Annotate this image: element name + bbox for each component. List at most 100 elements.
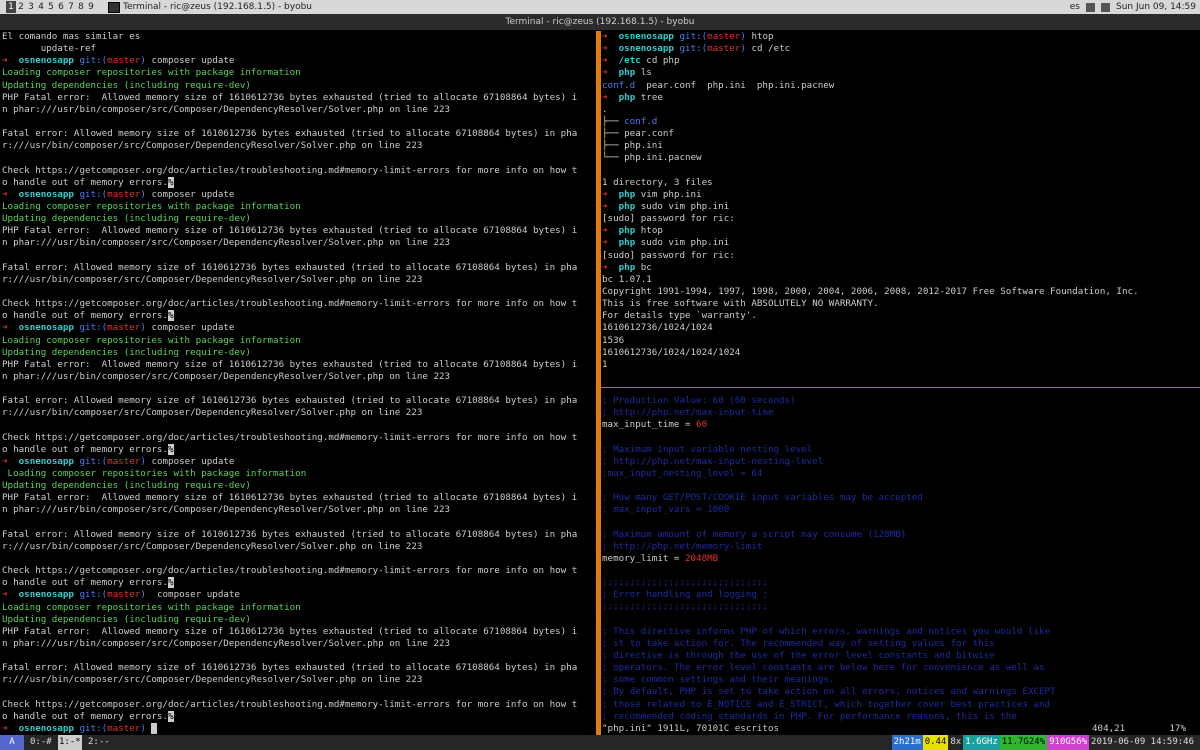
vertical-split-divider[interactable]: [596, 31, 601, 735]
clock[interactable]: Sun Jun 09, 14:59: [1116, 0, 1196, 14]
left-terminal-line: Fatal error: Allowed memory size of 1610…: [2, 528, 578, 540]
right-terminal-line: bc 1.07.1: [602, 273, 652, 285]
left-terminal-line: Check https://getcomposer.org/doc/articl…: [2, 298, 578, 310]
right-terminal-line: ➜ php sudo vim php.ini: [602, 200, 730, 212]
left-terminal-line: PHP Fatal error: Allowed memory size of …: [2, 492, 578, 504]
left-terminal-line: o handle out of memory errors.%: [2, 443, 174, 455]
left-terminal-line: n phar:///usr/bin/composer/src/Composer/…: [2, 370, 451, 382]
left-terminal-line: [2, 687, 596, 699]
right-terminal-line: ➜ osnenosapp git:(master) htop: [602, 31, 774, 42]
keyboard-layout[interactable]: es: [1070, 0, 1080, 14]
right-terminal-line: └── php.ini.pacnew: [602, 152, 702, 164]
horizontal-split-divider[interactable]: [601, 387, 1200, 388]
workspace-5[interactable]: 5: [46, 1, 56, 13]
volume-icon[interactable]: [1100, 2, 1110, 12]
left-terminal-line: r:///usr/bin/composer/src/Composer/Depen…: [2, 540, 423, 552]
vim-cursor-position: 404,21: [1092, 723, 1126, 734]
vim-editor-line: ; recommended coding standards in PHP. F…: [602, 710, 1017, 722]
vim-editor-line: ; some common settings and their meaning…: [602, 674, 835, 686]
left-terminal-line: ➜ osnenosapp git:(master): [2, 723, 596, 735]
right-terminal-line: Copyright 1991-1994, 1997, 1998, 2000, 2…: [602, 285, 1139, 297]
right-terminal-pane[interactable]: ➜ osnenosapp git:(master) htop ➜ osnenosa…: [602, 31, 1198, 383]
left-terminal-line: r:///usr/bin/composer/src/Composer/Depen…: [2, 407, 423, 419]
right-terminal-line: 1536: [602, 334, 625, 346]
left-terminal-line: Loading composer repositories with packa…: [2, 334, 301, 346]
vim-editor-line: ; This directive informs PHP of which er…: [602, 625, 1051, 637]
right-terminal-line: This is free software with ABSOLUTELY NO…: [602, 298, 879, 310]
right-terminal-line: [sudo] password for ric:: [602, 249, 735, 261]
taskbar-item-terminal[interactable]: Terminal - ric@zeus (192.168.1.5) - byob…: [108, 1, 312, 13]
workspace-8[interactable]: 8: [76, 1, 86, 13]
task-label: Terminal - ric@zeus (192.168.1.5) - byob…: [123, 2, 313, 12]
workspace-4[interactable]: 4: [36, 1, 46, 13]
cpu-frequency: 1.6GHz: [963, 735, 1000, 750]
right-terminal-line: .: [602, 103, 608, 115]
terminal-icon: [108, 1, 120, 13]
left-terminal-line: [2, 650, 596, 662]
left-terminal-line: [2, 517, 596, 529]
left-terminal-line: n phar:///usr/bin/composer/src/Composer/…: [2, 237, 451, 249]
memory-usage: 11.7G24%: [999, 735, 1048, 750]
workspace-6[interactable]: 6: [56, 1, 66, 13]
left-terminal-line: Updating dependencies (including require…: [2, 346, 251, 358]
right-terminal-line: For details type `warranty'.: [602, 310, 757, 322]
left-terminal-line: PHP Fatal error: Allowed memory size of …: [2, 225, 578, 237]
workspace-7[interactable]: 7: [66, 1, 76, 13]
vim-editor-line: ; Production Value: 60 (60 seconds): [602, 395, 796, 406]
workspace-1[interactable]: 1: [6, 1, 16, 13]
left-terminal-line: Fatal error: Allowed memory size of 1610…: [2, 395, 578, 407]
vim-editor-line: ; http://php.net/max-input-time: [602, 407, 774, 419]
left-terminal-line: [2, 152, 596, 164]
left-terminal-line: PHP Fatal error: Allowed memory size of …: [2, 625, 578, 637]
vim-editor-line: memory_limit = 2048MB: [602, 552, 719, 564]
byobu-status-bar: A 0:-# 1:-* 2:-- 2h21m 0.44 8x 1.6GHz 11…: [0, 735, 1200, 750]
right-terminal-line: conf.d pear.conf php.ini php.ini.pacnew: [602, 79, 835, 91]
right-terminal-line: [sudo] password for ric:: [602, 213, 735, 225]
workspace-9[interactable]: 9: [86, 1, 96, 13]
left-terminal-line: Check https://getcomposer.org/doc/articl…: [2, 698, 578, 710]
right-terminal-line: ➜ php tree: [602, 91, 663, 103]
left-terminal-line: r:///usr/bin/composer/src/Composer/Depen…: [2, 140, 423, 152]
byobu-window-1[interactable]: 1:-*: [58, 735, 82, 750]
right-terminal-line: ➜ php ls: [602, 67, 652, 79]
left-terminal-line: ➜ osnenosapp git:(master) composer updat…: [2, 55, 235, 67]
vim-editor-line: ; those related to E_NOTICE and E_STRICT…: [602, 698, 1051, 710]
left-terminal-line: Updating dependencies (including require…: [2, 79, 251, 91]
workspace-switcher[interactable]: 1 2 3 4 5 6 7 8 9: [6, 1, 96, 13]
window-title: Terminal - ric@zeus (192.168.1.5) - byob…: [505, 17, 695, 27]
vim-editor-line: [602, 516, 1198, 528]
window-titlebar[interactable]: Terminal - ric@zeus (192.168.1.5) - byob…: [0, 14, 1200, 30]
right-terminal-line: 1610612736/1024/1024: [602, 322, 713, 334]
workspace-2[interactable]: 2: [16, 1, 26, 13]
left-terminal-line: ➜ osnenosapp git:(master) composer updat…: [2, 589, 240, 601]
left-terminal-line: Updating dependencies (including require…: [2, 613, 251, 625]
vim-editor-line: [602, 614, 1198, 626]
byobu-window-2[interactable]: 2:--: [88, 735, 110, 750]
workspace-3[interactable]: 3: [26, 1, 36, 13]
disk-usage: 910G56%: [1047, 735, 1090, 750]
left-terminal-line: ➜ osnenosapp git:(master) composer updat…: [2, 322, 235, 334]
left-terminal-line: Updating dependencies (including require…: [2, 213, 251, 225]
left-terminal-line: o handle out of memory errors.%: [2, 176, 174, 188]
system-tray: es Sun Jun 09, 14:59: [1070, 0, 1200, 14]
right-terminal-line: 1 directory, 3 files: [602, 176, 713, 188]
byobu-window-0[interactable]: 0:-#: [30, 735, 52, 750]
vim-editor-line: ;;;;;;;;;;;;;;;;;;;;;;;;;;;;;;: [602, 601, 768, 613]
left-terminal-line: Check https://getcomposer.org/doc/articl…: [2, 431, 578, 443]
left-terminal-line: n phar:///usr/bin/composer/src/Composer/…: [2, 638, 451, 650]
right-terminal-line: [602, 165, 1198, 177]
uptime: 2h21m: [891, 735, 923, 750]
vim-editor-line: ; http://php.net/memory-limit: [602, 540, 763, 552]
network-icon[interactable]: [1085, 2, 1095, 12]
vim-editor-pane[interactable]: ; Production Value: 60 (60 seconds); htt…: [602, 395, 1198, 735]
left-terminal-pane[interactable]: El comando mas similar es update-ref ➜ os…: [2, 31, 596, 735]
right-terminal-line: ├── pear.conf: [602, 128, 674, 140]
vim-editor-line: ;;;;;;;;;;;;;;;;;;;;;;;;;;;;;;: [602, 577, 768, 589]
vim-file-info: "php.ini" 1911L, 70101C escritos: [602, 723, 780, 734]
left-terminal-line: PHP Fatal error: Allowed memory size of …: [2, 91, 578, 103]
left-terminal-line: Loading composer repositories with packa…: [2, 200, 301, 212]
left-terminal-line: Fatal error: Allowed memory size of 1610…: [2, 128, 578, 140]
left-terminal-line: [2, 286, 596, 298]
left-terminal-line: [2, 116, 596, 128]
right-terminal-line: ├── conf.d: [602, 115, 658, 127]
